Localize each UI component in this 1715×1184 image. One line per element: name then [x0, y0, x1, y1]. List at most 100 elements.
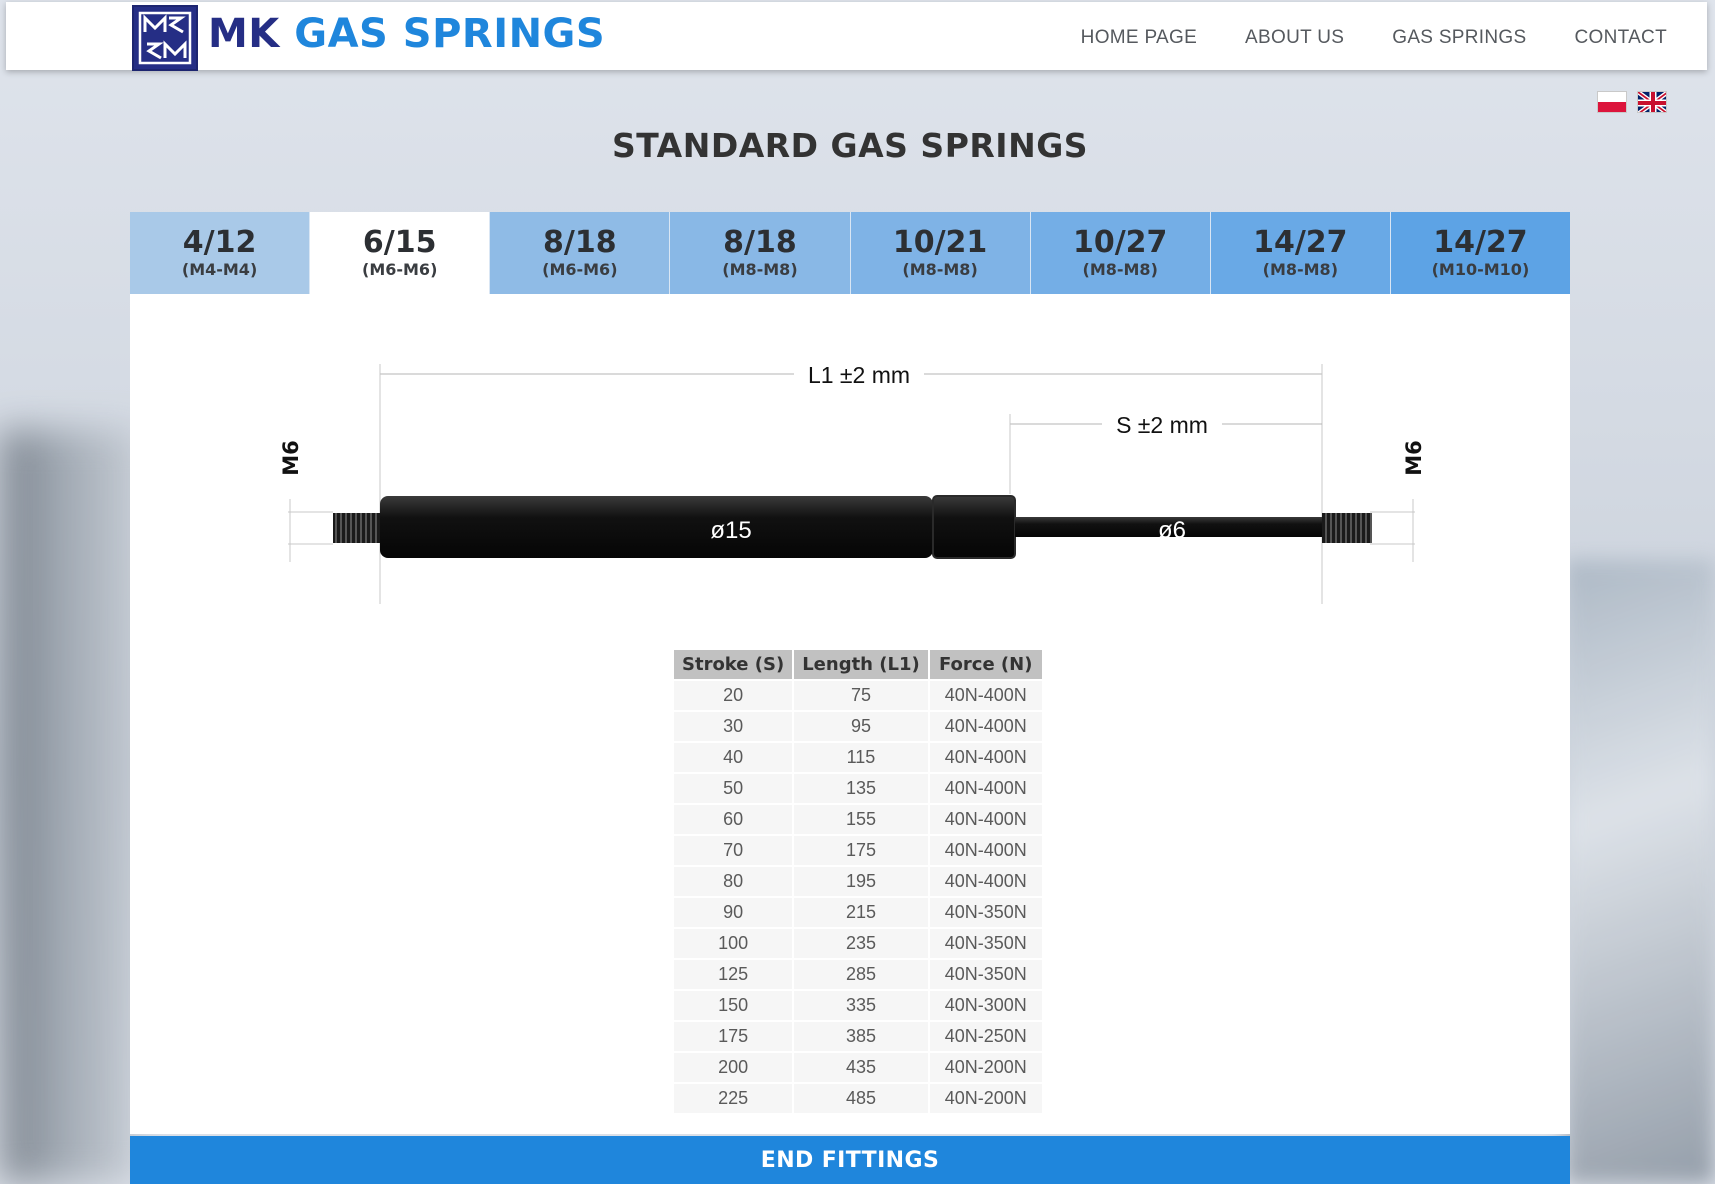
cell-length: 155 — [794, 805, 928, 834]
flag-pl-icon[interactable] — [1597, 91, 1627, 113]
size-tabs: 4/12 (M4-M4) 6/15 (M6-M6) 8/18 (M6-M6) 8… — [130, 212, 1570, 294]
table-row: 200 435 40N-200N — [674, 1053, 1042, 1082]
tab-14-27-m10[interactable]: 14/27 (M10-M10) — [1390, 212, 1570, 294]
cell-force: 40N-200N — [929, 1053, 1042, 1082]
left-thread-stud — [333, 513, 383, 543]
cell-force: 40N-350N — [929, 960, 1042, 989]
tab-8-18-m6[interactable]: 8/18 (M6-M6) — [490, 212, 671, 294]
cell-length: 435 — [794, 1053, 928, 1082]
cell-force: 40N-300N — [929, 991, 1042, 1020]
cell-length: 215 — [794, 898, 928, 927]
cell-force: 40N-400N — [929, 805, 1042, 834]
table-row: 50 135 40N-400N — [674, 774, 1042, 803]
cell-length: 175 — [794, 836, 928, 865]
tab-size: 14/27 — [1433, 225, 1528, 260]
tab-thread: (M6-M6) — [362, 260, 438, 279]
site-header: MK GAS SPRINGS HOME PAGE ABOUT US GAS SP… — [6, 2, 1707, 71]
cell-stroke: 60 — [674, 805, 793, 834]
cell-force: 40N-400N — [929, 681, 1042, 710]
tab-thread: (M8-M8) — [902, 260, 978, 279]
table-row: 60 155 40N-400N — [674, 805, 1042, 834]
tab-thread: (M8-M8) — [1082, 260, 1158, 279]
cylinder-body — [380, 496, 933, 558]
cell-length: 115 — [794, 743, 928, 772]
cell-length: 235 — [794, 929, 928, 958]
left-thread-label: M6 — [279, 440, 303, 476]
cell-force: 40N-250N — [929, 1022, 1042, 1051]
cell-force: 40N-350N — [929, 929, 1042, 958]
cell-stroke: 70 — [674, 836, 793, 865]
cell-force: 40N-350N — [929, 898, 1042, 927]
tab-size: 4/12 — [182, 225, 257, 260]
cell-force: 40N-200N — [929, 1084, 1042, 1113]
cell-stroke: 225 — [674, 1084, 793, 1113]
table-row: 40 115 40N-400N — [674, 743, 1042, 772]
cell-stroke: 175 — [674, 1022, 793, 1051]
table-row: 90 215 40N-350N — [674, 898, 1042, 927]
cell-length: 335 — [794, 991, 928, 1020]
tab-size: 8/18 — [723, 225, 797, 260]
table-row: 225 485 40N-200N — [674, 1084, 1042, 1113]
tab-10-21[interactable]: 10/21 (M8-M8) — [850, 212, 1031, 294]
logo-mk: MK — [208, 11, 280, 57]
tab-size: 10/27 — [1072, 225, 1168, 260]
cell-stroke: 80 — [674, 867, 793, 896]
tab-content-panel: L1 ±2 mm S ±2 mm M6 M6 ø15 ø6 Stroke (S)… — [130, 294, 1570, 1134]
logo-icon[interactable] — [132, 5, 198, 71]
language-switcher — [1597, 91, 1667, 113]
cell-stroke: 50 — [674, 774, 793, 803]
rod-diameter-label: ø6 — [1158, 517, 1186, 544]
header-force: Force (N) — [929, 650, 1042, 679]
cell-stroke: 125 — [674, 960, 793, 989]
tab-size: 14/27 — [1253, 225, 1348, 260]
nav-about-us[interactable]: ABOUT US — [1245, 27, 1344, 49]
nav-contact[interactable]: CONTACT — [1574, 27, 1667, 49]
cell-force: 40N-400N — [929, 712, 1042, 741]
header-stroke: Stroke (S) — [674, 650, 793, 679]
l1-label: L1 ±2 mm — [808, 362, 910, 388]
tab-size: 10/21 — [892, 225, 988, 260]
tab-size: 8/18 — [543, 225, 617, 260]
main-nav: HOME PAGE ABOUT US GAS SPRINGS CONTACT — [1081, 27, 1667, 49]
right-thread-label: M6 — [1402, 440, 1426, 476]
table-row: 70 175 40N-400N — [674, 836, 1042, 865]
nav-home-page[interactable]: HOME PAGE — [1081, 27, 1197, 49]
page-title: STANDARD GAS SPRINGS — [611, 126, 1089, 165]
cell-force: 40N-400N — [929, 867, 1042, 896]
nav-gas-springs[interactable]: GAS SPRINGS — [1392, 27, 1526, 49]
cell-length: 195 — [794, 867, 928, 896]
tab-14-27-m8[interactable]: 14/27 (M8-M8) — [1210, 212, 1391, 294]
tab-thread: (M8-M8) — [722, 260, 798, 279]
logo-text[interactable]: MK GAS SPRINGS — [208, 11, 605, 57]
cell-stroke: 40 — [674, 743, 793, 772]
table-row: 30 95 40N-400N — [674, 712, 1042, 741]
right-thread-stud — [1322, 513, 1372, 543]
spec-table: Stroke (S) Length (L1) Force (N) 20 75 40N… — [672, 648, 1044, 1115]
tab-size: 6/15 — [362, 225, 437, 260]
tab-10-27[interactable]: 10/27 (M8-M8) — [1030, 212, 1211, 294]
table-row: 150 335 40N-300N — [674, 991, 1042, 1020]
tab-8-18-m8[interactable]: 8/18 (M8-M8) — [670, 212, 851, 294]
end-fittings-section[interactable]: END FITTINGS — [130, 1136, 1570, 1184]
flag-uk-icon[interactable] — [1637, 91, 1667, 113]
gas-spring-drawing: L1 ±2 mm S ±2 mm M6 M6 ø15 ø6 — [130, 294, 1570, 624]
table-header-row: Stroke (S) Length (L1) Force (N) — [674, 650, 1042, 679]
cell-force: 40N-400N — [929, 836, 1042, 865]
logo-gas-springs: GAS SPRINGS — [294, 11, 606, 57]
cell-length: 95 — [794, 712, 928, 741]
cell-stroke: 20 — [674, 681, 793, 710]
s-label: S ±2 mm — [1116, 412, 1208, 438]
cell-length: 385 — [794, 1022, 928, 1051]
tab-thread: (M8-M8) — [1262, 260, 1338, 279]
cell-stroke: 200 — [674, 1053, 793, 1082]
table-row: 175 385 40N-250N — [674, 1022, 1042, 1051]
cell-length: 285 — [794, 960, 928, 989]
tab-6-15[interactable]: 6/15 (M6-M6) — [310, 212, 491, 294]
cell-stroke: 100 — [674, 929, 793, 958]
cell-length: 135 — [794, 774, 928, 803]
cell-length: 485 — [794, 1084, 928, 1113]
tab-thread: (M6-M6) — [542, 260, 618, 279]
cell-stroke: 30 — [674, 712, 793, 741]
table-row: 125 285 40N-350N — [674, 960, 1042, 989]
tab-4-12[interactable]: 4/12 (M4-M4) — [130, 212, 311, 294]
